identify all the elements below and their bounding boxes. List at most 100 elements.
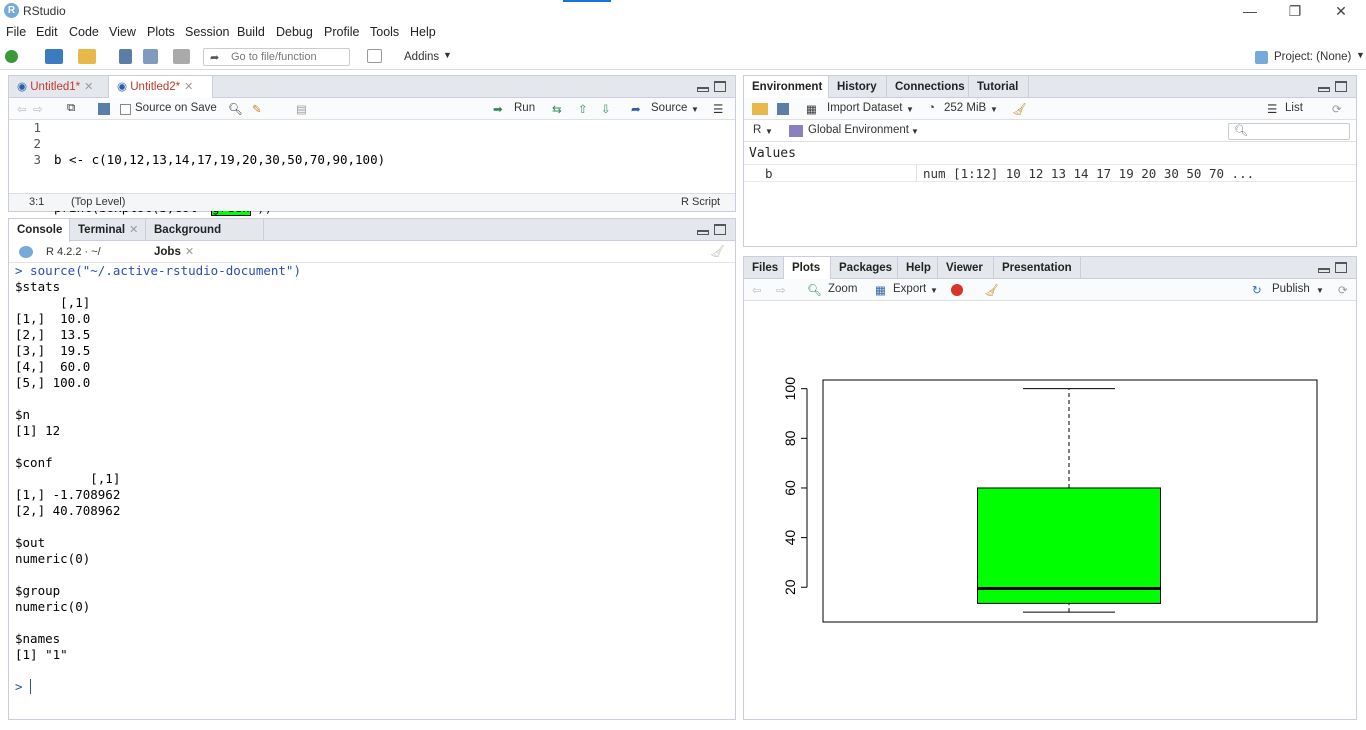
plots-pane: Files Plots Packages Help Viewer Present… [743, 256, 1357, 720]
code-tools-wand-icon[interactable]: ✎ [252, 102, 262, 116]
print-icon[interactable] [173, 49, 190, 64]
go-up-icon[interactable]: ⇧ [578, 102, 588, 116]
menu-file[interactable]: File [6, 25, 26, 39]
source-status-bar: 3:1 (Top Level) R Script [9, 193, 735, 211]
menu-build[interactable]: Build [237, 25, 265, 39]
language-chevron-down-icon[interactable]: ▼ [765, 127, 773, 136]
tab-untitled2[interactable]: ◉ Untitled2* ✕ [109, 76, 213, 99]
save-icon[interactable] [119, 49, 132, 64]
import-chevron-down-icon[interactable]: ▼ [906, 105, 914, 114]
source-arrow-icon: ➦ [631, 104, 641, 116]
menu-edit[interactable]: Edit [36, 25, 58, 39]
source-minmax[interactable] [697, 81, 727, 94]
file-type-indicator[interactable]: R Script [681, 196, 720, 208]
tab-background-jobs[interactable]: Background Jobs ✕ [146, 219, 264, 258]
project-chevron-down-icon[interactable]: ▼ [1356, 50, 1365, 60]
language-select[interactable]: R [753, 124, 761, 136]
clear-broom-icon[interactable]: 🧹︎ [1012, 102, 1027, 116]
rerun-icon[interactable]: ⇆ [552, 102, 562, 116]
workspace-panes-icon[interactable] [367, 49, 382, 63]
tab-untitled1[interactable]: ◉ Untitled1* ✕ [9, 76, 109, 98]
list-view-button[interactable]: List [1285, 102, 1303, 114]
code-editor[interactable]: 123 b <- c(10,12,13,14,17,19,20,30,50,70… [9, 120, 699, 263]
menu-profile[interactable]: Profile [324, 25, 359, 39]
line-numbers: 123 [33, 120, 41, 167]
taskbar-indicator [563, 0, 611, 2]
env-row-b[interactable]: b num [1:12] 10 12 13 14 17 19 20 30 50 … [744, 164, 1356, 182]
console-output[interactable]: > source("~/.active-rstudio-document") $s… [15, 263, 731, 695]
save-all-icon[interactable] [143, 49, 158, 64]
console-line: $out [15, 535, 46, 550]
env-minmax[interactable] [1318, 81, 1348, 94]
scope-indicator[interactable]: (Top Level) [71, 196, 125, 208]
close-tab-icon[interactable]: ✕ [84, 81, 93, 93]
open-file-icon[interactable] [78, 49, 96, 64]
addins-button[interactable]: Addins [404, 51, 439, 63]
source-tab-bar: ◉ Untitled1* ✕ ◉ Untitled2* ✕ [9, 76, 735, 99]
back-arrow-icon[interactable]: ⇦ [17, 102, 27, 116]
new-project-icon[interactable] [45, 49, 63, 64]
cursor-position: 3:1 [29, 196, 45, 208]
env-search-input[interactable]: 🔍︎ [1228, 123, 1350, 140]
outline-icon[interactable]: ☰ [713, 102, 723, 116]
close-tab-icon[interactable]: ✕ [129, 224, 138, 236]
values-header: Values [749, 146, 796, 161]
console-line: [1] 12 [15, 423, 61, 438]
restore-button[interactable]: ❐ [1280, 2, 1310, 20]
tab-console[interactable]: Console [9, 219, 70, 242]
menu-view[interactable]: View [109, 25, 136, 39]
y-tick-label: 40 [782, 530, 798, 546]
minimize-button[interactable]: — [1235, 2, 1265, 20]
clear-console-icon[interactable]: 🧹︎ [710, 244, 725, 258]
menu-code[interactable]: Code [69, 25, 99, 39]
console-line: [2,] 13.5 [15, 327, 91, 342]
save-icon[interactable] [98, 103, 110, 115]
menu-debug[interactable]: Debug [276, 25, 313, 39]
source-chevron-down-icon[interactable]: ▼ [691, 105, 699, 114]
console-line: > [15, 679, 32, 694]
source-on-save-checkbox[interactable] [120, 104, 131, 115]
load-workspace-icon[interactable] [752, 103, 768, 115]
scope-select[interactable]: Global Environment [808, 124, 909, 136]
go-down-icon[interactable]: ⇩ [601, 102, 611, 116]
env-toolbar: ▦ Import Dataset ▼ ◔ 252 MiB ▼ 🧹︎ ☰ List… [744, 98, 1356, 120]
show-in-window-icon[interactable]: ⧉ [67, 102, 75, 115]
close-tab-icon[interactable]: ✕ [184, 81, 193, 93]
menu-plots[interactable]: Plots [147, 25, 175, 39]
list-view-icon: ☰ [1267, 104, 1278, 116]
close-window-button[interactable]: ✕ [1326, 2, 1356, 20]
search-icon[interactable]: 🔍︎ [228, 102, 243, 116]
memory-pie-icon: ◔ [928, 102, 935, 114]
addins-chevron-down-icon[interactable]: ▼ [443, 50, 452, 60]
import-dataset-button[interactable]: Import Dataset [827, 102, 902, 114]
source-button[interactable]: Source [651, 102, 687, 114]
menu-session[interactable]: Session [185, 25, 229, 39]
refresh-icon[interactable]: ⟳ [1332, 102, 1342, 116]
new-file-icon[interactable] [5, 50, 18, 63]
tab-connections[interactable]: Connections [887, 76, 969, 98]
save-workspace-icon[interactable] [777, 103, 789, 115]
tab-environment[interactable]: Environment [744, 76, 829, 99]
menu-help[interactable]: Help [410, 25, 436, 39]
go-to-file-input[interactable]: ➦ Go to file/function [203, 48, 350, 66]
run-button[interactable]: Run [514, 102, 535, 114]
compile-report-icon[interactable]: ▤ [296, 102, 307, 116]
project-menu[interactable]: Project: (None) [1274, 51, 1351, 63]
menu-tools[interactable]: Tools [370, 25, 399, 39]
scope-chevron-down-icon[interactable]: ▼ [911, 127, 919, 136]
forward-arrow-icon[interactable]: ⇨ [33, 102, 43, 116]
source-toolbar: ⇦ ⇨ ⧉ Source on Save 🔍︎ ✎ ▤ ➡ Run ⇆ ⇧ ⇩ … [9, 98, 735, 120]
console-line: numeric(0) [15, 599, 91, 614]
memory-chevron-down-icon[interactable]: ▼ [990, 105, 998, 114]
env-tab-bar: Environment History Connections Tutorial [744, 76, 1356, 99]
goto-arrow-icon: ➦ [210, 52, 220, 64]
console-line: $conf [15, 455, 53, 470]
console-line: numeric(0) [15, 551, 91, 566]
tab-history[interactable]: History [829, 76, 887, 98]
tab-terminal[interactable]: Terminal ✕ [70, 219, 146, 241]
memory-usage[interactable]: 252 MiB [944, 102, 986, 114]
console-minmax[interactable] [697, 224, 727, 237]
import-icon: ▦ [806, 104, 817, 116]
tab-tutorial[interactable]: Tutorial [969, 76, 1029, 98]
